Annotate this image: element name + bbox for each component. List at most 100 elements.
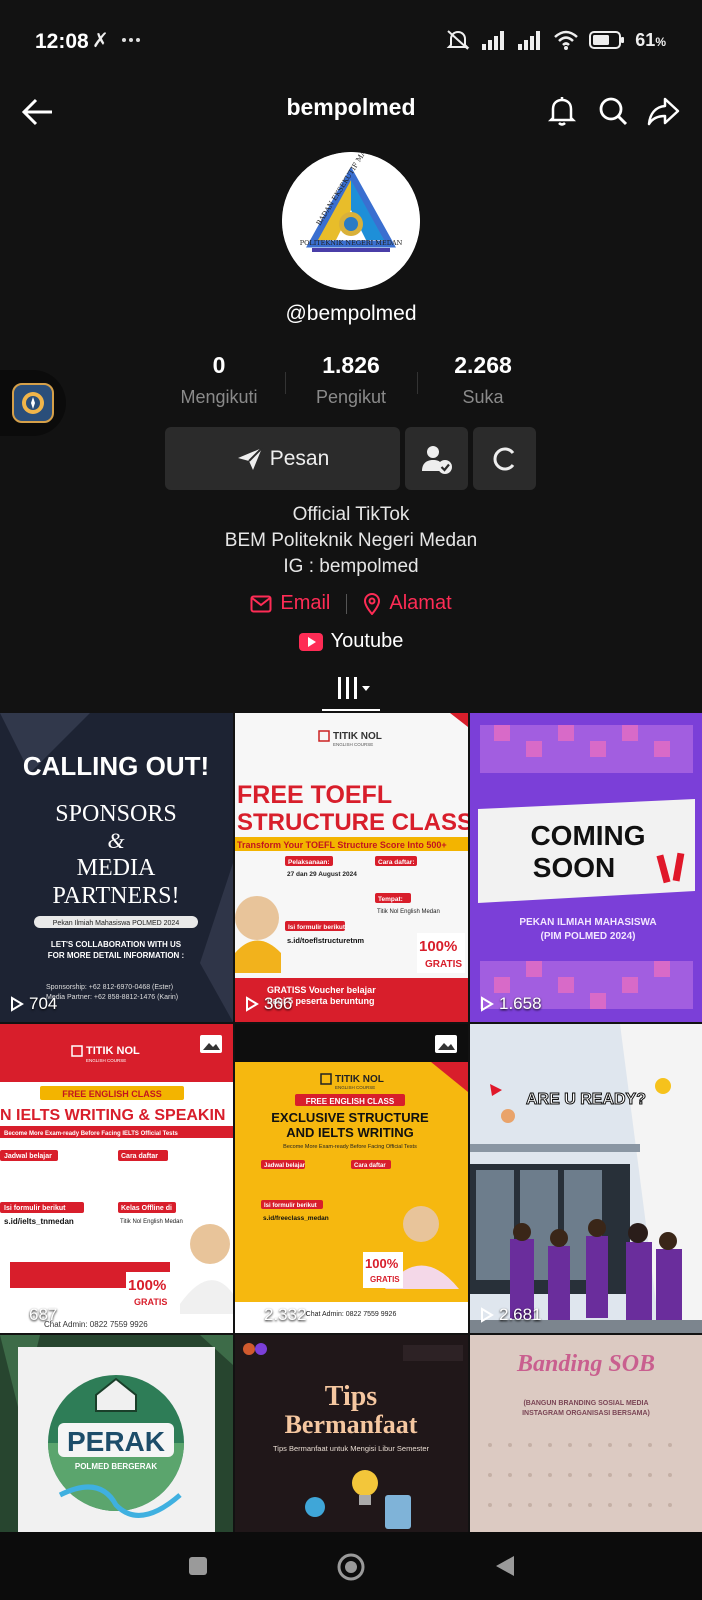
mail-icon (250, 595, 272, 612)
active-tab-indicator (322, 709, 380, 711)
view-count-value: 1.658 (499, 994, 542, 1013)
play-icon (246, 1307, 259, 1323)
battery-icon (589, 31, 625, 49)
tile3-line3: PEKAN ILMIAH MAHASISWA (519, 917, 656, 928)
tile4-line3: Become More Exam-ready Before Facing IEL… (4, 1131, 178, 1137)
tile1-line5: PARTNERS! (52, 883, 179, 909)
tile2-line9: Isi formulir berikut: (288, 924, 347, 931)
status-app-icons: ✗ (92, 28, 144, 58)
bio-line-3: IG : bempolmed (283, 556, 419, 577)
tile5-line3: AND IELTS WRITING (286, 1125, 414, 1140)
video-thumbnail: CALLING OUT! SPONSORS & MEDIA PARTNERS! … (0, 713, 233, 1022)
tile1-line9: Sponsorship: +62 812-6970-0468 (Ester) (46, 984, 173, 991)
stat-likes-value: 2.268 (454, 352, 512, 378)
view-count-value: 2.332 (264, 1305, 307, 1324)
home-circle-icon[interactable] (336, 1552, 366, 1582)
email-link[interactable]: Email (250, 592, 330, 615)
back-triangle-icon[interactable] (494, 1554, 516, 1578)
search-icon[interactable] (594, 92, 632, 130)
address-link-label: Alamat (389, 592, 452, 614)
video-thumbnail: ARE U READY? (470, 1024, 702, 1333)
stat-following-value: 0 (212, 352, 226, 378)
tile4-line6: Isi formulir berikut (4, 1205, 66, 1212)
tile2-line14: GRATIS (425, 959, 462, 970)
stat-followers-label: Pengikut (315, 387, 387, 407)
play-icon (246, 996, 259, 1012)
play-icon (11, 1307, 24, 1323)
recents-square-icon[interactable] (188, 1556, 208, 1576)
tile2-brand-sub: ENGLISH COURSE (333, 742, 373, 747)
videos-grid-tab-icon[interactable] (322, 671, 380, 707)
profile-avatar[interactable]: BADAN EKSEKUTIF MAHASISWA POLITEKNIK NEG… (282, 152, 420, 290)
stat-likes[interactable]: 2.268 Suka (417, 352, 549, 408)
tile4-title: FREE ENGLISH CLASS (62, 1089, 162, 1099)
video-thumbnail: TITIK NOL ENGLISH COURSE FREE ENGLISH CL… (235, 1024, 468, 1333)
svg-text:✗: ✗ (92, 28, 109, 52)
tile5-line9: 100% (365, 1256, 399, 1271)
play-icon (481, 1307, 494, 1323)
tile5-line5: Jadwal belajar (264, 1163, 306, 1169)
logo-bottom-text: POLITEKNIK NEGERI MEDAN (300, 239, 403, 247)
refresh-button[interactable] (473, 427, 536, 490)
video-tile[interactable]: Banding SOB (BANGUN BRANDING SOSIAL MEDI… (470, 1335, 702, 1532)
view-count-value: 704 (29, 994, 58, 1013)
tile9-line2: (BANGUN BRANDING SOSIAL MEDIA (523, 1400, 648, 1407)
contact-links: Email Alamat (0, 592, 702, 615)
following-status-button[interactable] (405, 427, 468, 490)
profile-bio: Official TikTok BEM Politeknik Negeri Me… (0, 502, 702, 580)
tile2-line5: 27 dan 29 August 2024 (287, 871, 357, 878)
share-icon[interactable] (645, 92, 683, 130)
stat-following[interactable]: 0 Mengikuti (153, 352, 285, 408)
address-link[interactable]: Alamat (363, 592, 452, 615)
view-count: 2.332 (245, 1305, 307, 1325)
tile1-line4: MEDIA (77, 855, 156, 881)
video-tile[interactable]: ARE U READY? 2.681 (470, 1024, 702, 1333)
video-tile[interactable]: COMING SOON PEKAN ILMIAH MAHASISWA (PIM … (470, 713, 702, 1022)
view-count: 366 (245, 994, 292, 1014)
tile2-line6: Cara daftar: (378, 859, 414, 866)
photo-post-icon (435, 1035, 457, 1053)
video-tile[interactable]: TITIK NOL ENGLISH COURSE FREE TOEFL STRU… (235, 713, 468, 1022)
user-check-icon (421, 445, 452, 474)
play-icon (11, 996, 24, 1012)
wifi-icon (554, 30, 579, 50)
photo-post-tile[interactable]: TITIK NOL ENGLISH COURSE FREE ENGLISH CL… (0, 1024, 233, 1333)
video-thumbnail: TITIK NOL ENGLISH COURSE FREE TOEFL STRU… (235, 713, 468, 1022)
tile8-line2: Bermanfaat (285, 1410, 418, 1439)
video-thumbnail: PERAK POLMED BERGERAK (0, 1335, 233, 1532)
video-tile[interactable]: PERAK POLMED BERGERAK (0, 1335, 233, 1532)
bem-polmed-logo: BADAN EKSEKUTIF MAHASISWA POLITEKNIK NEG… (282, 152, 420, 290)
video-tile[interactable]: Tips Bermanfaat Tips Bermanfaat untuk Me… (235, 1335, 468, 1532)
battery-value: 61 (635, 29, 656, 50)
tile1-line2: SPONSORS (55, 801, 176, 827)
tile2-line10: s.id/toeflstructuretnm (287, 936, 364, 945)
tile4-line2: N IELTS WRITING & SPEAKIN (0, 1107, 225, 1124)
video-thumbnail: Tips Bermanfaat Tips Bermanfaat untuk Me… (235, 1335, 468, 1532)
tile5-brand-sub: ENGLISH COURSE (335, 1085, 375, 1090)
photo-post-tile[interactable]: TITIK NOL ENGLISH COURSE FREE ENGLISH CL… (235, 1024, 468, 1333)
tile4-line9: Titik Nol English Medan (120, 1219, 183, 1225)
tile4-brand-sub: ENGLISH COURSE (86, 1058, 126, 1063)
video-tile[interactable]: CALLING OUT! SPONSORS & MEDIA PARTNERS! … (0, 713, 233, 1022)
signal-icon-2 (518, 31, 541, 50)
tile5-line6: Cara daftar (354, 1163, 386, 1169)
tile5-line8: s.id/freeclass_medan (263, 1215, 329, 1222)
stat-followers-value: 1.826 (322, 352, 380, 378)
tile5-line10: GRATIS (370, 1275, 400, 1284)
youtube-link[interactable]: Youtube (0, 630, 702, 653)
content-tab-bar (0, 668, 702, 712)
message-button[interactable]: Pesan (165, 427, 400, 490)
tile4-line12: Chat Admin: 0822 7559 9926 (44, 1320, 148, 1329)
video-thumbnail: Banding SOB (BANGUN BRANDING SOSIAL MEDI… (470, 1335, 702, 1532)
tile7-line2: POLMED BERGERAK (75, 1462, 157, 1471)
bell-icon[interactable] (543, 92, 581, 130)
stat-followers[interactable]: 1.826 Pengikut (285, 352, 417, 408)
battery-unit: % (655, 34, 666, 49)
tile4-line7: s.id/ielts_tnmedan (4, 1217, 74, 1226)
tile9-line3: INSTAGRAM ORGANISASI BERSAMA) (522, 1410, 650, 1417)
tile5-line7: Isi formulir berikut (264, 1203, 317, 1209)
youtube-icon (298, 632, 323, 651)
tile1-line10: Media Partner: +62 858-8812-1476 (Karin) (46, 994, 178, 1001)
video-grid: CALLING OUT! SPONSORS & MEDIA PARTNERS! … (0, 713, 702, 1532)
tile4-brand: TITIK NOL (86, 1045, 140, 1057)
